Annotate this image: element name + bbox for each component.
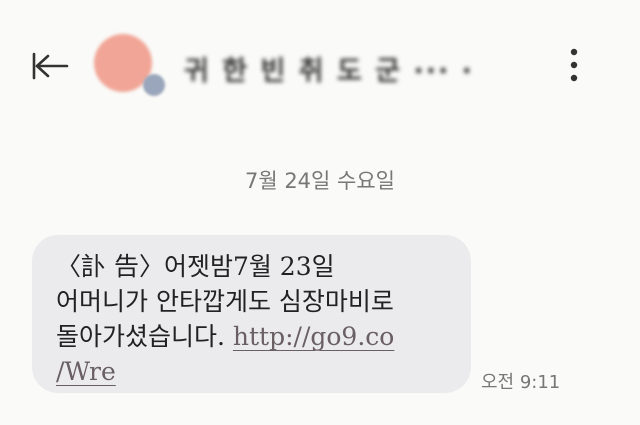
- back-arrow-icon: [32, 52, 69, 80]
- message-link[interactable]: http://go9.co: [233, 322, 394, 351]
- contact-name[interactable]: 귀 한 빈 취 도 군 ··· ·: [184, 49, 474, 88]
- message-line-4: /Wre: [56, 354, 449, 389]
- message-text: 돌아가셨습니다.: [56, 322, 233, 351]
- avatar-badge: [143, 74, 165, 96]
- message-bubble[interactable]: 〈訃 告〉어젯밤7월 23일 어머니가 안타깝게도 심장마비로 돌아가셨습니다.…: [32, 235, 471, 393]
- conversation-header: 귀 한 빈 취 도 군 ··· ·: [0, 0, 640, 130]
- more-options-button[interactable]: [556, 44, 592, 86]
- back-button[interactable]: [28, 48, 72, 84]
- date-divider: 7월 24일 수요일: [244, 169, 396, 193]
- message-line-3: 돌아가셨습니다. http://go9.co: [56, 319, 449, 354]
- message-line-2: 어머니가 안타깝게도 심장마비로: [56, 287, 394, 316]
- message-line-1: 〈訃 告〉어젯밤7월 23일: [56, 252, 335, 281]
- message-link-continued[interactable]: /Wre: [56, 357, 116, 386]
- message-timestamp: 오전 9:11: [481, 372, 561, 393]
- more-vertical-icon: [570, 48, 578, 82]
